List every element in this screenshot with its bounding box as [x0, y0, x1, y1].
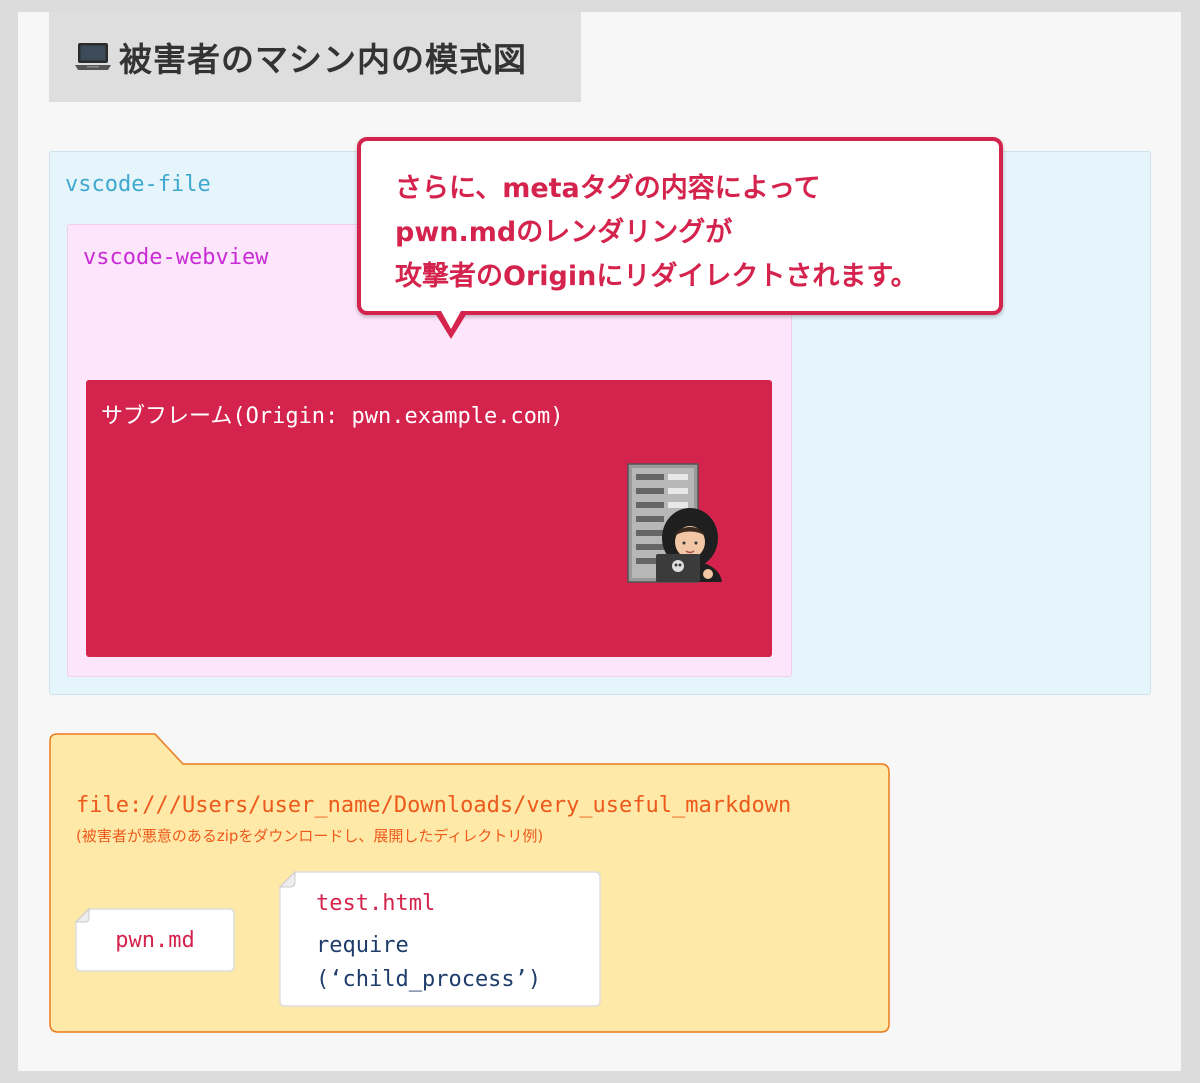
file-pwn-md[interactable]: pwn.md: [75, 908, 235, 972]
callout-line: 攻撃者のOriginにリダイレクトされます。: [395, 261, 918, 292]
laptop-icon: [75, 43, 111, 70]
callout-line: pwn.mdのレンダリングが: [395, 217, 733, 248]
page-title: 被害者のマシン内の模式図: [119, 40, 527, 79]
code-line: require: [316, 933, 409, 958]
subframe-container: サブフレーム(Origin: pwn.example.com): [86, 380, 772, 657]
folder-note: (被害者が悪意のあるzipをダウンロードし、展開したディレクトリ例): [76, 827, 544, 845]
title-bar: 被害者のマシン内の模式図: [49, 12, 581, 102]
callout-text: さらに、metaタグの内容によって pwn.mdのレンダリングが 攻撃者のOri…: [395, 167, 995, 299]
callout-line: さらに、metaタグの内容によって: [395, 173, 821, 204]
file-pwn-label: pwn.md: [115, 927, 195, 953]
callout-tail-inner: [441, 311, 461, 329]
file-test-code: require (‘child_process’): [316, 929, 541, 997]
folder-path: file:///Users/user_name/Downloads/very_u…: [76, 793, 792, 818]
callout-box: さらに、metaタグの内容によって pwn.mdのレンダリングが 攻撃者のOri…: [357, 137, 1003, 315]
vscode-webview-label: vscode-webview: [83, 245, 269, 270]
code-line: (‘child_process’): [316, 967, 542, 992]
file-test-html[interactable]: test.html require (‘child_process’): [279, 871, 601, 1007]
subframe-label: サブフレーム(Origin: pwn.example.com): [101, 404, 564, 429]
file-test-label: test.html: [316, 891, 436, 916]
hacker-with-server-illustration: [627, 463, 722, 583]
vscode-file-label: vscode-file: [65, 172, 211, 197]
